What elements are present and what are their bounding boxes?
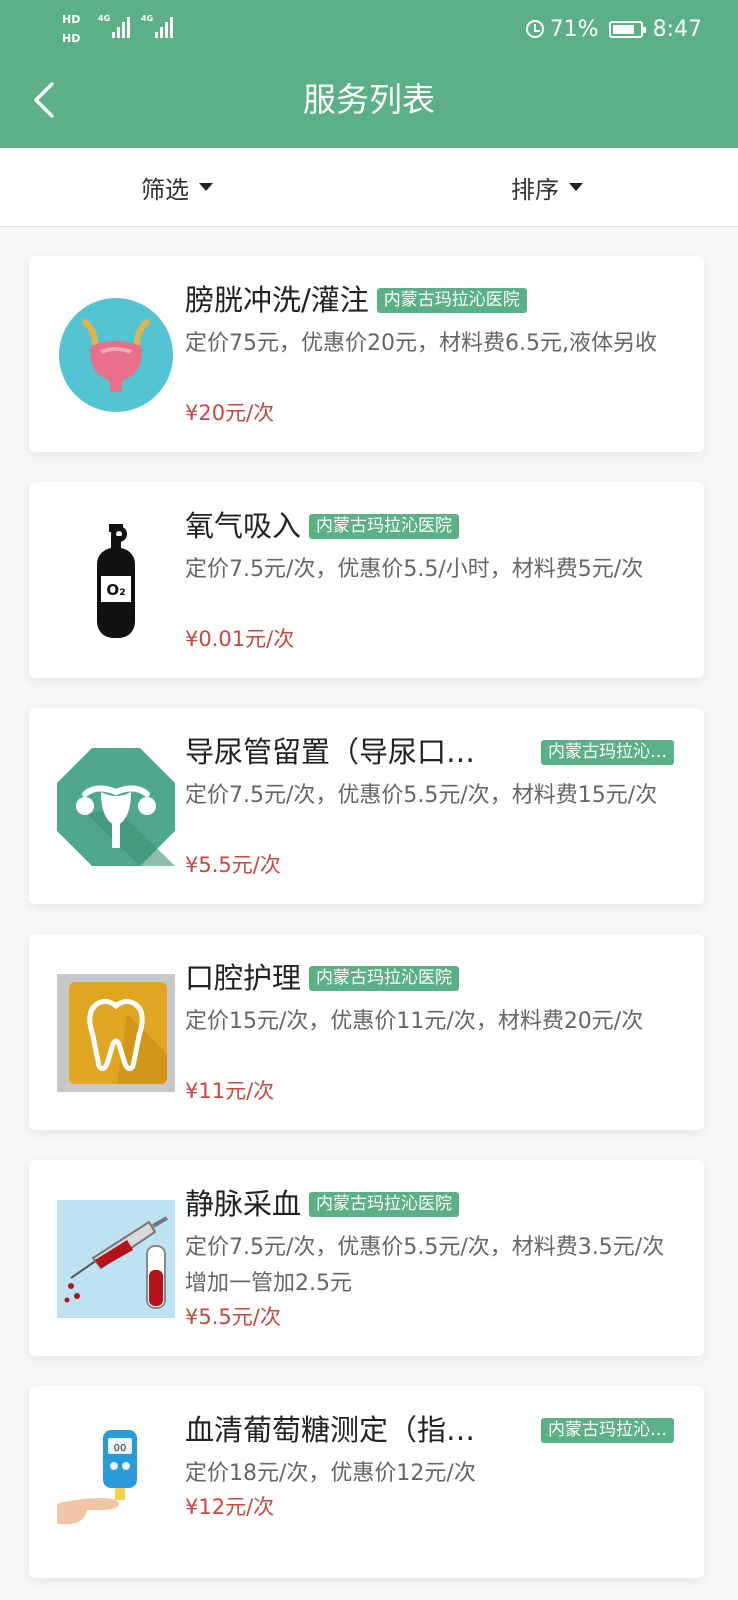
service-title: 导尿管留置（导尿口… <box>185 735 476 769</box>
hospital-badge: 内蒙古玛拉沁医院 <box>309 513 460 539</box>
syringe-icon <box>57 1200 175 1318</box>
service-title: 氧气吸入 内蒙古玛拉沁医院 <box>185 506 460 546</box>
service-description: 定价7.5元/次，优惠价5.5元/次，材料费3.5元/次 增加一管加2.5元 <box>185 1235 665 1296</box>
battery-icon <box>608 20 646 38</box>
service-price: ¥5.5元/次 <box>185 1305 281 1329</box>
alarm-icon <box>525 20 544 38</box>
service-title: 血清葡萄糖测定（指… <box>185 1413 476 1447</box>
service-title: 膀胱冲洗/灌注 内蒙古玛拉沁医院 <box>185 280 527 320</box>
sort-label: 排序 <box>511 175 559 204</box>
clock: 8:47 <box>652 16 702 42</box>
filter-label: 筛选 <box>141 175 189 204</box>
service-description: 定价7.5元/次，优惠价5.5/小时，材料费5元/次 <box>185 557 644 582</box>
bladder-icon <box>59 298 173 412</box>
dropdown-arrow-icon <box>569 183 583 191</box>
oxygen-tank-icon: O₂ <box>97 524 135 638</box>
service-card[interactable]: 导尿管留置（导尿口… 内蒙古玛拉沁… 定价7.5元/次，优惠价5.5元/次，材料… <box>29 708 704 904</box>
service-card[interactable]: 膀胱冲洗/灌注 内蒙古玛拉沁医院 定价75元，优惠价20元，材料费6.5元,液体另… <box>29 256 704 452</box>
page-title: 服务列表 <box>303 80 435 119</box>
uterus-icon <box>57 748 175 866</box>
tooth-icon <box>57 974 175 1092</box>
filter-bar: 筛选 排序 <box>0 148 738 227</box>
service-description: 定价7.5元/次，优惠价5.5元/次，材料费15元/次 <box>185 783 658 808</box>
service-card[interactable]: 静脉采血 内蒙古玛拉沁医院 定价7.5元/次，优惠价5.5元/次，材料费3.5元/… <box>29 1160 704 1356</box>
sort-dropdown[interactable]: 排序 <box>511 148 583 226</box>
glucose-meter-icon: 00 <box>57 1430 137 1524</box>
service-card[interactable]: 00 血清葡萄糖测定（指… 内蒙古玛拉沁… 定价18元/次，优惠价12元/次 ¥… <box>29 1386 704 1578</box>
hospital-badge: 内蒙古玛拉沁医院 <box>309 965 460 991</box>
svg-text:00: 00 <box>114 1443 127 1454</box>
service-title: 口腔护理 内蒙古玛拉沁医院 <box>185 958 460 998</box>
battery-percent: 71% <box>549 16 599 42</box>
hospital-badge: 内蒙古玛拉沁医院 <box>309 1191 460 1217</box>
service-title: 静脉采血 内蒙古玛拉沁医院 <box>185 1184 460 1224</box>
hospital-badge: 内蒙古玛拉沁医院 <box>376 287 527 313</box>
service-card[interactable]: O₂ 氧气吸入 内蒙古玛拉沁医院 定价7.5元/次，优惠价5.5/小时，材料费5元… <box>29 482 704 678</box>
status-bar: HD HD 4G 4G 71% 8:47 <box>0 0 738 58</box>
app-header: HD HD 4G 4G 71% 8:47 服务列表 <box>0 0 738 148</box>
service-description: 定价15元/次，优惠价11元/次，材料费20元/次 <box>185 1009 644 1034</box>
dropdown-arrow-icon <box>199 183 213 191</box>
service-price: ¥12元/次 <box>185 1495 275 1519</box>
status-right: 71% 8:47 <box>525 14 702 44</box>
network-indicator: HD HD <box>62 13 81 45</box>
hospital-badge: 内蒙古玛拉沁… <box>541 740 674 765</box>
service-card[interactable]: 口腔护理 内蒙古玛拉沁医院 定价15元/次，优惠价11元/次，材料费20元/次 ¥… <box>29 934 704 1130</box>
svg-text:O₂: O₂ <box>106 581 125 599</box>
filter-dropdown[interactable]: 筛选 <box>141 148 213 226</box>
service-price: ¥20元/次 <box>185 401 275 425</box>
service-price: ¥0.01元/次 <box>185 627 295 651</box>
hospital-badge: 内蒙古玛拉沁… <box>541 1418 674 1443</box>
service-description: 定价18元/次，优惠价12元/次 <box>185 1461 476 1486</box>
service-price: ¥5.5元/次 <box>185 853 281 877</box>
service-description: 定价75元，优惠价20元，材料费6.5元,液体另收 <box>185 331 657 356</box>
signal-icon-2: 4G <box>141 14 177 38</box>
service-price: ¥11元/次 <box>185 1079 275 1103</box>
signal-icon: 4G <box>98 14 134 38</box>
